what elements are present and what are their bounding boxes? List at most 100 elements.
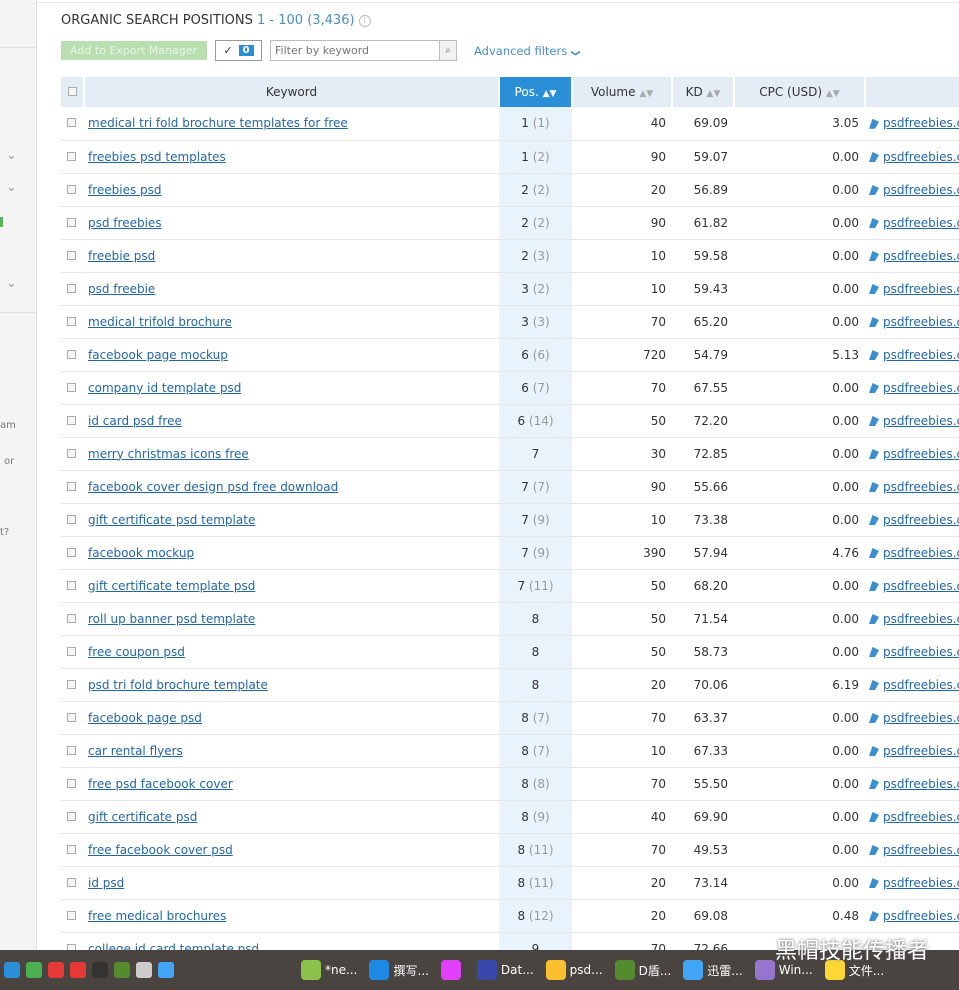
taskbar-app[interactable]: psd... xyxy=(541,951,608,989)
col-volume[interactable]: Volume ▲▼ xyxy=(571,77,672,107)
col-cpc[interactable]: CPC (USD) ▲▼ xyxy=(733,77,865,107)
url-link[interactable]: psdfreebies.com xyxy=(883,480,959,494)
keyword-link[interactable]: facebook page mockup xyxy=(84,348,228,362)
url-link[interactable]: psdfreebies.com xyxy=(883,645,959,659)
external-link-icon[interactable] xyxy=(869,218,879,228)
keyword-link[interactable]: facebook cover design psd free download xyxy=(84,480,338,494)
row-checkbox[interactable] xyxy=(67,712,76,722)
row-checkbox[interactable] xyxy=(67,844,76,854)
url-link[interactable]: psdfreebies.com xyxy=(883,777,959,791)
row-checkbox[interactable] xyxy=(67,184,76,194)
taskbar-app[interactable]: D盾... xyxy=(610,951,677,989)
url-link[interactable]: psdfreebies.com xyxy=(883,282,959,296)
url-link[interactable]: psdfreebies.com xyxy=(883,546,959,560)
row-checkbox[interactable] xyxy=(67,448,76,458)
search-icon[interactable]: ⌕ xyxy=(439,41,456,60)
url-link[interactable]: psdfreebies.com xyxy=(883,116,959,130)
row-checkbox[interactable] xyxy=(67,316,76,326)
external-link-icon[interactable] xyxy=(869,614,879,624)
external-link-icon[interactable] xyxy=(869,812,879,822)
row-checkbox[interactable] xyxy=(67,778,76,788)
col-keyword[interactable]: Keyword xyxy=(83,77,499,107)
external-link-icon[interactable] xyxy=(869,449,879,459)
url-link[interactable]: psdfreebies.com xyxy=(883,579,959,593)
info-icon[interactable]: i xyxy=(358,14,371,27)
col-kd[interactable]: KD ▲▼ xyxy=(671,77,734,107)
external-link-icon[interactable] xyxy=(869,118,879,129)
add-to-export-manager-button[interactable]: Add to Export Manager xyxy=(61,41,207,60)
row-checkbox[interactable] xyxy=(67,613,76,623)
url-link[interactable]: psdfreebies.com xyxy=(883,711,959,725)
keyword-link[interactable]: medical trifold brochure xyxy=(84,315,232,329)
row-checkbox[interactable] xyxy=(67,580,76,590)
row-checkbox[interactable] xyxy=(67,877,76,887)
filter-keyword-input[interactable] xyxy=(271,41,439,60)
keyword-link[interactable]: company id template psd xyxy=(84,381,241,395)
url-link[interactable]: psdfreebies.com xyxy=(883,513,959,527)
url-link[interactable]: psdfreebies.com xyxy=(883,843,959,857)
external-link-icon[interactable] xyxy=(869,878,879,888)
row-checkbox[interactable] xyxy=(67,118,76,128)
row-checkbox[interactable] xyxy=(67,910,76,920)
advanced-filters-link[interactable]: Advanced filters ❯ xyxy=(474,44,580,58)
keyword-link[interactable]: free medical brochures xyxy=(84,909,226,923)
chevron-down-icon[interactable]: ⌄ xyxy=(6,180,17,195)
row-checkbox[interactable] xyxy=(67,250,76,260)
url-link[interactable]: psdfreebies.com xyxy=(883,150,959,164)
keyword-link[interactable]: roll up banner psd template xyxy=(84,612,255,626)
external-link-icon[interactable] xyxy=(869,350,879,360)
external-link-icon[interactable] xyxy=(869,911,879,921)
external-link-icon[interactable] xyxy=(869,548,879,558)
external-link-icon[interactable] xyxy=(869,416,879,426)
keyword-link[interactable]: id card psd free xyxy=(84,414,182,428)
keyword-link[interactable]: freebie psd xyxy=(84,249,155,263)
url-link[interactable]: psdfreebies.com xyxy=(883,876,959,890)
keyword-link[interactable]: psd freebies xyxy=(84,216,162,230)
external-link-icon[interactable] xyxy=(869,251,879,261)
row-checkbox[interactable] xyxy=(67,415,76,425)
keyword-link[interactable]: facebook page psd xyxy=(84,711,202,725)
tray-app-icon[interactable] xyxy=(70,962,86,978)
row-checkbox[interactable] xyxy=(67,217,76,227)
tray-app-icon[interactable] xyxy=(136,962,152,978)
external-link-icon[interactable] xyxy=(869,152,879,162)
external-link-icon[interactable] xyxy=(869,746,879,756)
col-pos[interactable]: Pos. ▲▼ xyxy=(498,77,572,107)
url-link[interactable]: psdfreebies.com xyxy=(883,216,959,230)
select-all-checkbox[interactable] xyxy=(67,87,77,96)
external-link-icon[interactable] xyxy=(869,779,879,789)
taskbar-app[interactable]: 迅雷... xyxy=(678,951,747,989)
external-link-icon[interactable] xyxy=(869,515,879,525)
url-link[interactable]: psdfreebies.com xyxy=(883,249,959,263)
url-link[interactable]: psdfreebies.com xyxy=(883,381,959,395)
keyword-link[interactable]: gift certificate template psd xyxy=(84,579,255,593)
row-checkbox[interactable] xyxy=(67,547,76,557)
external-link-icon[interactable] xyxy=(869,383,879,393)
tray-app-icon[interactable] xyxy=(92,962,108,978)
external-link-icon[interactable] xyxy=(869,680,879,690)
keyword-link[interactable]: psd freebie xyxy=(84,282,155,296)
row-checkbox[interactable] xyxy=(67,646,76,656)
row-checkbox[interactable] xyxy=(67,151,76,161)
row-checkbox[interactable] xyxy=(67,349,76,359)
chevron-down-icon[interactable]: ⌄ xyxy=(6,276,17,291)
keyword-link[interactable]: freebies psd templates xyxy=(84,150,226,164)
row-checkbox[interactable] xyxy=(67,811,76,821)
tray-app-icon[interactable] xyxy=(4,962,20,978)
row-checkbox[interactable] xyxy=(67,514,76,524)
taskbar-app[interactable]: *ne... xyxy=(296,951,362,989)
keyword-link[interactable]: facebook mockup xyxy=(84,546,194,560)
row-checkbox[interactable] xyxy=(67,679,76,689)
url-link[interactable]: psdfreebies.com xyxy=(883,447,959,461)
row-checkbox[interactable] xyxy=(67,283,76,293)
external-link-icon[interactable] xyxy=(869,284,879,294)
keyword-link[interactable]: free psd facebook cover xyxy=(84,777,233,791)
url-link[interactable]: psdfreebies.com xyxy=(883,909,959,923)
row-checkbox[interactable] xyxy=(67,382,76,392)
tray-app-icon[interactable] xyxy=(48,962,64,978)
external-link-icon[interactable] xyxy=(869,482,879,492)
keyword-link[interactable]: id psd xyxy=(84,876,124,890)
url-link[interactable]: psdfreebies.com xyxy=(883,414,959,428)
url-link[interactable]: psdfreebies.com xyxy=(883,612,959,626)
external-link-icon[interactable] xyxy=(869,713,879,723)
